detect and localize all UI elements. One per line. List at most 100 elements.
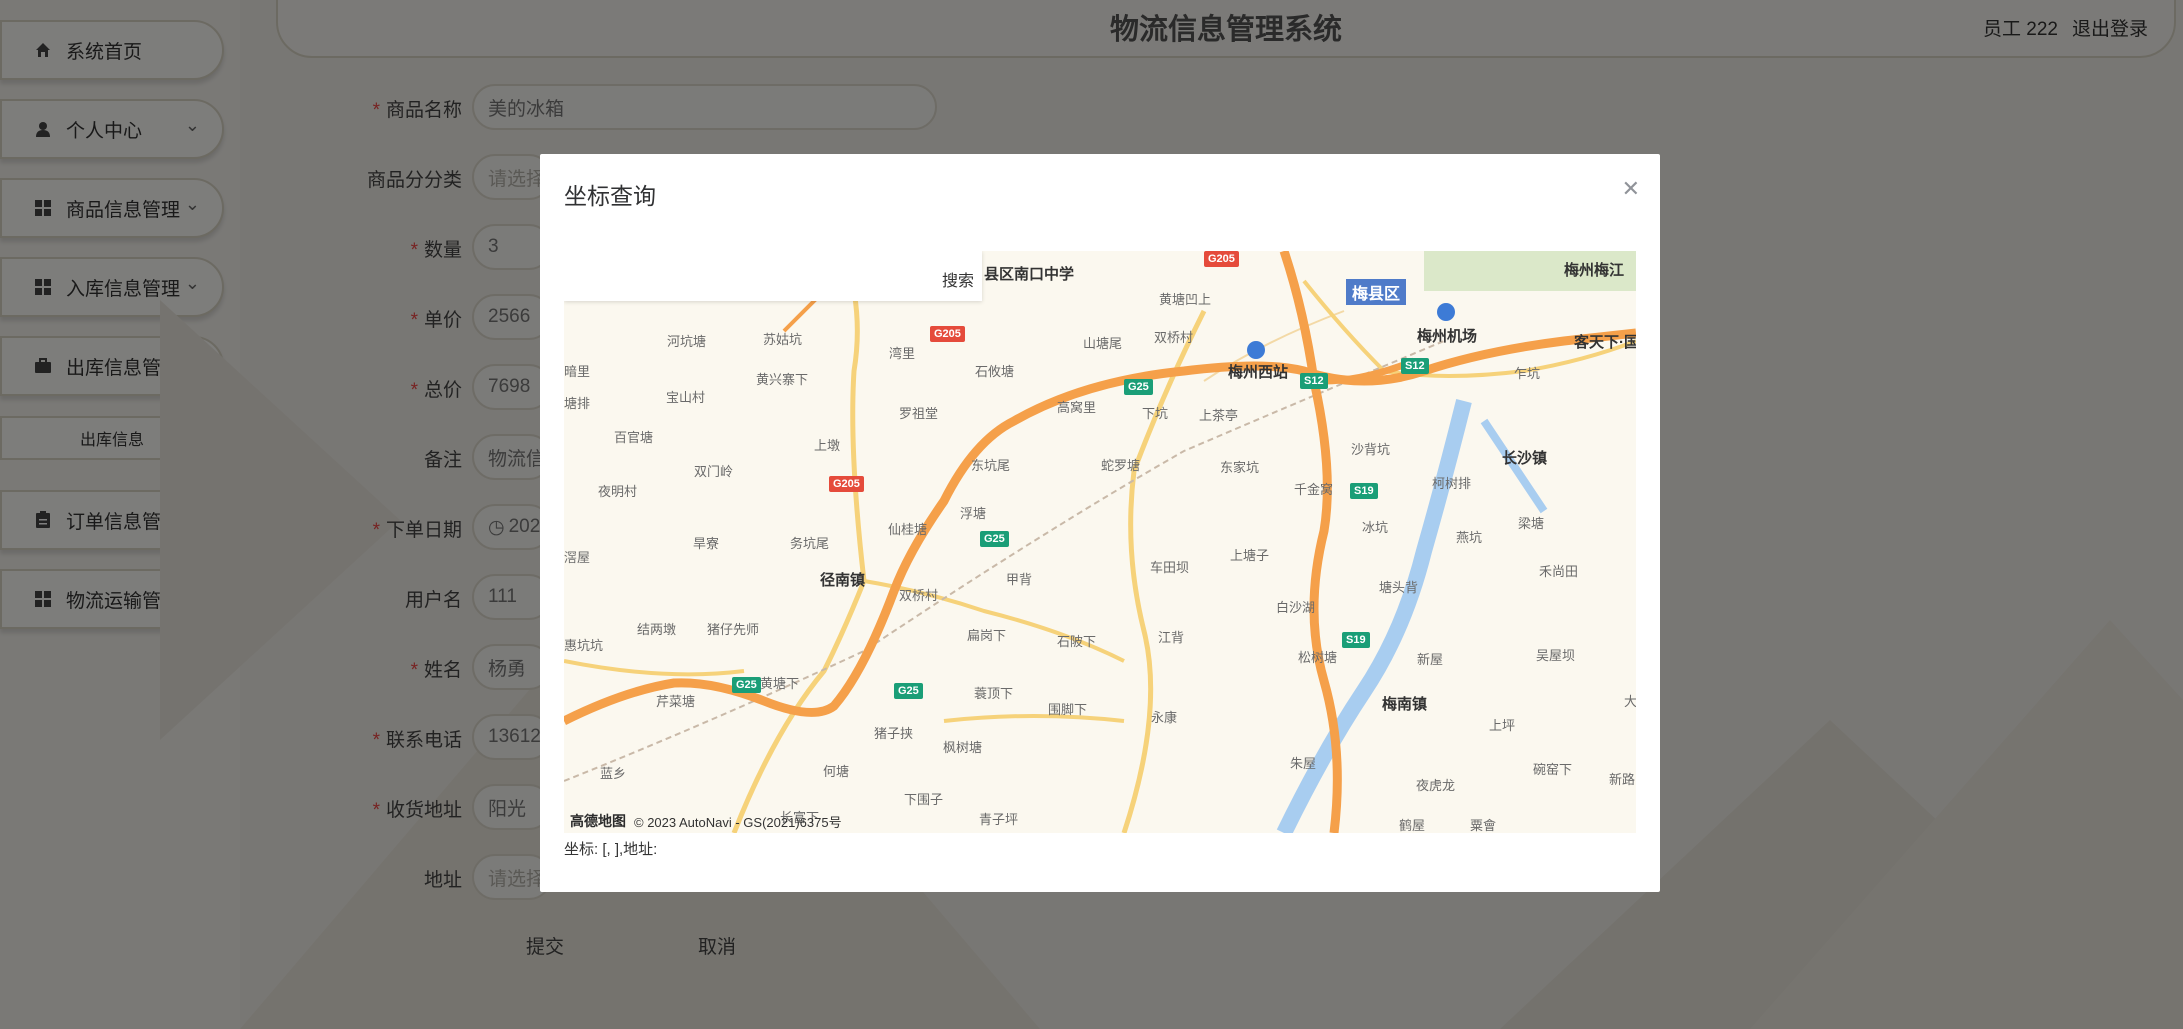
road-shield: G25	[732, 677, 761, 693]
road-shield: S19	[1350, 483, 1378, 499]
map-label: 燕坑	[1456, 530, 1483, 545]
map-label: 暗里	[564, 364, 591, 379]
road-shield: G205	[1204, 251, 1239, 267]
map-label: 双桥村	[1154, 330, 1194, 345]
map-label: 仙桂塘	[888, 522, 928, 537]
map-label: 双门岭	[694, 464, 734, 479]
map-label: 石陂下	[1057, 634, 1097, 649]
map-label: 黄兴寨下	[756, 372, 809, 387]
map-label: 黄塘下	[760, 676, 800, 691]
map-label: 朱屋	[1290, 756, 1317, 771]
map-label: 蛇罗塘	[1101, 458, 1141, 473]
map-label: 柯树排	[1432, 476, 1472, 491]
map-label: 新路	[1609, 772, 1636, 787]
map-label: 扁岗下	[967, 628, 1007, 643]
map-label: 山塘尾	[1083, 336, 1123, 351]
map-label: 车田坝	[1150, 560, 1190, 575]
map-label: 猪子挟	[874, 726, 914, 741]
map-label: 白沙湖	[1276, 600, 1316, 615]
coordinate-query-dialog: 坐标查询 ✕ 搜索 G205 G205 G205 G25 G25 G25 G25…	[540, 154, 1660, 892]
map-label: 下围子	[904, 792, 944, 807]
map-label: 浮塘	[960, 506, 987, 521]
map-label: 梅州机场	[1417, 328, 1478, 345]
map-label: 何塘	[823, 764, 850, 779]
map-label: 长沙镇	[1502, 450, 1548, 467]
map-label: 下坑	[1142, 406, 1169, 421]
coordinate-readout: 坐标: [, ],地址:	[564, 841, 658, 858]
map-label: 苏姑坑	[763, 332, 803, 347]
map-label: 千金窝	[1294, 482, 1334, 497]
map-label: 青子坪	[979, 812, 1019, 827]
map-label: 大坑	[1624, 694, 1636, 709]
map-label: 塘排	[564, 396, 591, 411]
map-label: 黄塘凹上	[1159, 292, 1212, 307]
map-label: 结两墩	[637, 622, 677, 637]
map-label: 枫树塘	[943, 740, 983, 755]
map-label: 鹤屋	[1399, 818, 1426, 833]
map-label: 罗祖堂	[899, 406, 939, 421]
map-label: 双桥村	[899, 588, 939, 603]
map-label: 上茶亭	[1199, 408, 1239, 423]
map-label: 芹菜塘	[656, 694, 696, 709]
map-label: 梅州梅江	[1564, 262, 1625, 279]
map-label: 夜虎龙	[1416, 778, 1456, 793]
map-label: 上塘子	[1230, 548, 1270, 563]
map-label: 梅县区	[1346, 279, 1407, 305]
road-shield: G205	[829, 476, 864, 492]
map-search-box: 搜索	[564, 251, 982, 301]
map-label: 高窝里	[1057, 400, 1097, 415]
map-label: 乍坑	[1514, 366, 1541, 381]
map-label: 惠坑坑	[564, 638, 604, 653]
map-label: 旱寮	[693, 536, 720, 551]
map-label: 务坑尾	[790, 536, 830, 551]
copyright-text: © 2023 AutoNavi - GS(2021)6375号	[634, 814, 842, 830]
map-label: 客天下·国际旅游	[1574, 334, 1636, 351]
map-label: 粟會	[1470, 818, 1497, 833]
map-label: 甲背	[1006, 572, 1033, 587]
map-label: 夜明村	[598, 484, 638, 499]
map-search-button[interactable]: 搜索	[942, 267, 974, 291]
road-shield: G25	[980, 531, 1009, 547]
map-label: 蓝乡	[600, 766, 627, 781]
map-label: 猪仔先师	[707, 622, 760, 637]
map-label: 碗窑下	[1533, 762, 1573, 777]
map-label: 东坑尾	[971, 458, 1011, 473]
road-shield: G205	[930, 326, 965, 342]
map-label: 径南镇	[820, 572, 866, 589]
map-label: 禾尚田	[1539, 564, 1579, 579]
amap-logo: 高德地图	[570, 813, 626, 829]
map-label: 滘屋	[564, 550, 591, 565]
map-label: 石攸塘	[975, 364, 1015, 379]
map-label: 江背	[1158, 630, 1185, 645]
dialog-title: 坐标查询	[564, 183, 656, 209]
map-label: 围脚下	[1048, 702, 1088, 717]
map-label: 湾里	[889, 346, 916, 361]
map-label: 上坪	[1489, 718, 1516, 733]
road-shield: S12	[1300, 373, 1328, 389]
map-label: 河坑塘	[667, 334, 707, 349]
map-label: 松树塘	[1298, 650, 1338, 665]
map-view[interactable]: 搜索 G205 G205 G205 G25 G25 G25 G25 S12 S1…	[564, 251, 1636, 833]
map-label: 县区南口中学	[984, 266, 1075, 283]
map-label: 上墩	[814, 438, 841, 453]
map-label: 蓑顶下	[974, 686, 1014, 701]
map-label: 永康	[1151, 710, 1178, 725]
road-shield: G25	[894, 683, 923, 699]
map-label: 吴屋坝	[1536, 648, 1576, 663]
close-icon[interactable]: ✕	[1622, 176, 1640, 202]
map-label: 梅南镇	[1382, 696, 1428, 713]
map-search-input[interactable]	[564, 251, 928, 301]
map-label: 梁塘	[1518, 516, 1545, 531]
map-label: 东家坑	[1220, 460, 1260, 475]
road-shield: G25	[1124, 379, 1153, 395]
map-label: 梅州西站	[1228, 364, 1289, 381]
map-label: 新屋	[1417, 652, 1444, 667]
map-label: 塘头背	[1379, 580, 1419, 595]
map-label: 沙背坑	[1351, 442, 1391, 457]
road-shield: S12	[1401, 358, 1429, 374]
map-label: 百官塘	[614, 430, 654, 445]
map-copyright: 高德地图 © 2023 AutoNavi - GS(2021)6375号	[570, 811, 842, 831]
map-label: 宝山村	[666, 390, 706, 405]
road-shield: S19	[1342, 632, 1370, 648]
map-label: 冰坑	[1362, 520, 1389, 535]
